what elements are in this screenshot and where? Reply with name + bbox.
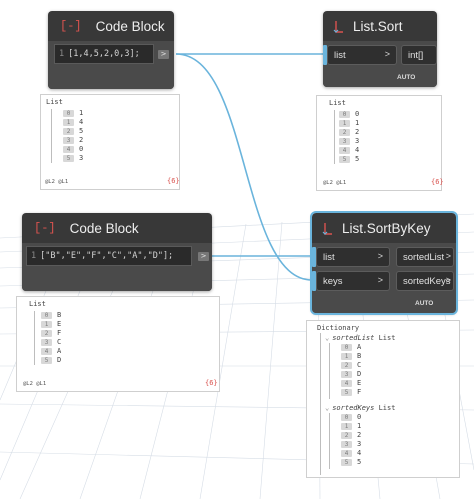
chevron-right-icon: > — [377, 275, 383, 285]
list-item: 2F — [41, 329, 61, 337]
list-item: 5F — [341, 388, 361, 396]
chevron-right-icon: > — [445, 275, 451, 285]
port-label: sortedKeys — [403, 275, 451, 287]
list-item: 3D — [341, 370, 361, 378]
output-port[interactable]: > — [158, 50, 169, 59]
list-item: 14 — [63, 118, 83, 126]
node-title: Code Block — [95, 18, 165, 34]
output-port-int-array[interactable]: int[] — [401, 45, 437, 65]
lacing-label[interactable]: AUTO — [415, 300, 433, 307]
node-title: Code Block — [69, 220, 139, 236]
list-item: 22 — [341, 431, 361, 439]
chevron-right-icon: > — [445, 251, 451, 261]
line-number: 1 — [59, 49, 65, 59]
port-label: keys — [323, 275, 343, 287]
port-label: list — [323, 251, 335, 263]
preview-bubble-code-block-2: List 0B 1E 2F 3C 4A 5D @L2 @L1 {6} — [16, 296, 220, 392]
node-body: 1 [1,4,5,2,0,3]; > — [48, 41, 174, 89]
list-item: 2C — [341, 361, 361, 369]
chevron-right-icon: > — [377, 251, 383, 261]
workspace-canvas[interactable]: [-] Code Block 1 [1,4,5,2,0,3]; > List 0… — [0, 0, 474, 499]
node-title: List.Sort — [353, 18, 403, 34]
input-port-keys[interactable]: keys > — [316, 271, 390, 291]
list-item: 55 — [341, 458, 361, 466]
node-body: 1 ["B","E","F","C","A","D"]; > — [22, 243, 212, 291]
code-block-icon: [-] — [34, 221, 56, 235]
item-count-badge: {6} — [431, 178, 444, 186]
node-header[interactable]: List.Sort — [323, 11, 437, 41]
list-item: 25 — [63, 127, 83, 135]
list-item: 44 — [339, 146, 359, 154]
list-item: 0A — [341, 343, 361, 351]
node-body: list > int[] AUTO — [323, 41, 437, 87]
node-body: list > keys > sortedList > sortedKeys > … — [312, 243, 456, 313]
code-block-icon: [-] — [60, 19, 82, 33]
list-item: 5D — [41, 356, 61, 364]
port-label: int[] — [408, 49, 424, 61]
node-header[interactable]: [-] Code Block — [48, 11, 174, 41]
list-item: 0B — [41, 311, 61, 319]
dictionary-key-sorted-list[interactable]: ⌄ sortedList List — [325, 334, 395, 342]
output-port[interactable]: > — [198, 252, 209, 261]
list-item: 00 — [341, 413, 361, 421]
dictionary-key-sorted-keys[interactable]: ⌄ sortedKeys List — [325, 404, 395, 412]
preview-title: List — [29, 300, 46, 308]
code-block-node-2[interactable]: [-] Code Block 1 ["B","E","F","C","A","D… — [22, 213, 212, 291]
list-item: 22 — [339, 128, 359, 136]
item-count-badge: {6} — [205, 379, 218, 387]
output-port-sorted-list[interactable]: sortedList > — [396, 247, 454, 267]
node-title: List.SortByKey — [342, 220, 431, 236]
input-port-list[interactable]: list > — [327, 45, 397, 65]
list-item: 44 — [341, 449, 361, 457]
list-item: 4A — [41, 347, 61, 355]
list-levels: @L2 @L1 — [23, 381, 47, 387]
preview-bubble-list-sort: List 00 11 22 33 44 55 @L2 @L1 {6} — [316, 95, 444, 191]
line-number: 1 — [31, 251, 37, 261]
list-levels: @L2 @L1 — [45, 179, 69, 185]
list-item: 55 — [339, 155, 359, 163]
input-port-list[interactable]: list > — [316, 247, 390, 267]
code-text[interactable]: [1,4,5,2,0,3]; — [68, 49, 140, 59]
list-item: 40 — [63, 145, 83, 153]
port-label: sortedList — [403, 251, 445, 263]
list-item: 3C — [41, 338, 61, 346]
preview-title: List — [329, 99, 346, 107]
expand-caret-icon[interactable]: ⌄ — [325, 404, 329, 412]
function-icon — [333, 19, 345, 33]
item-count-badge: {6} — [167, 177, 180, 185]
lacing-label[interactable]: AUTO — [397, 74, 415, 81]
preview-title: Dictionary — [317, 324, 360, 332]
node-header[interactable]: [-] Code Block — [22, 213, 212, 243]
function-icon — [322, 221, 334, 235]
list-item: 53 — [63, 154, 83, 162]
code-editor[interactable]: 1 ["B","E","F","C","A","D"]; — [26, 246, 192, 266]
code-text[interactable]: ["B","E","F","C","A","D"]; — [40, 251, 173, 261]
code-editor[interactable]: 1 [1,4,5,2,0,3]; — [54, 44, 154, 64]
preview-bubble-code-block-1: List 01 14 25 32 40 53 @L2 @L1 {6} — [40, 94, 180, 190]
list-item: 32 — [63, 136, 83, 144]
list-sort-by-key-node[interactable]: List.SortByKey list > keys > sortedList … — [310, 211, 458, 315]
node-header[interactable]: List.SortByKey — [312, 213, 456, 243]
list-item: 33 — [341, 440, 361, 448]
preview-bubble-list-sort-by-key: Dictionary ⌄ sortedList List 0A 1B 2C 3D … — [306, 320, 460, 478]
list-item: 11 — [341, 422, 361, 430]
list-item: 00 — [339, 110, 359, 118]
output-port-sorted-keys[interactable]: sortedKeys > — [396, 271, 454, 291]
list-sort-node[interactable]: List.Sort list > int[] AUTO — [323, 11, 437, 87]
list-item: 4E — [341, 379, 361, 387]
code-block-node-1[interactable]: [-] Code Block 1 [1,4,5,2,0,3]; > — [48, 11, 174, 89]
port-label: list — [334, 49, 346, 61]
expand-caret-icon[interactable]: ⌄ — [325, 334, 329, 342]
list-item: 11 — [339, 119, 359, 127]
list-item: 33 — [339, 137, 359, 145]
list-item: 1E — [41, 320, 61, 328]
list-item: 01 — [63, 109, 83, 117]
list-levels: @L2 @L1 — [323, 180, 347, 186]
list-item: 1B — [341, 352, 361, 360]
chevron-right-icon: > — [384, 49, 390, 59]
preview-title: List — [46, 98, 63, 106]
